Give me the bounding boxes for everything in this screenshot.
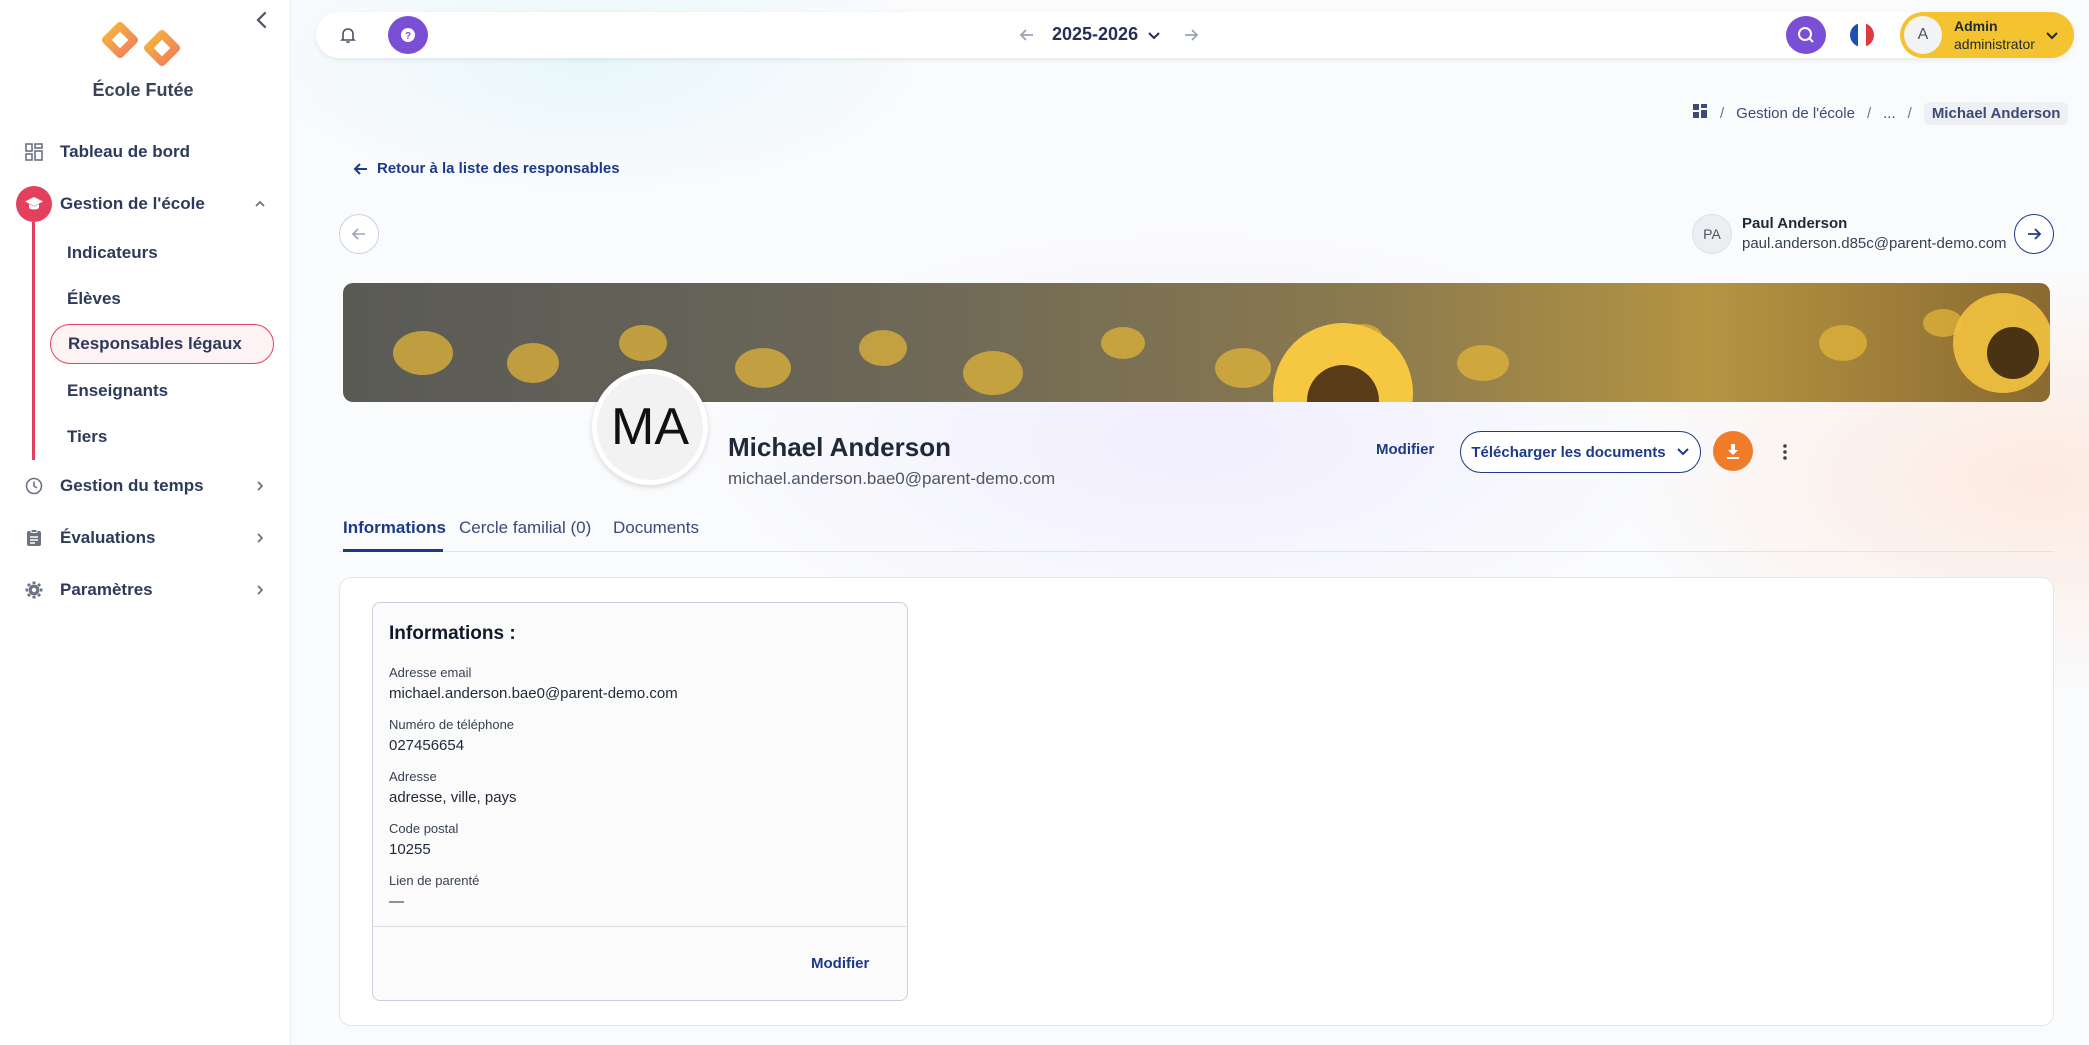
nav-item-school-management[interactable]: Gestion de l'école [16,184,276,224]
collapse-sidebar-button[interactable] [252,10,272,30]
chevron-left-icon [256,11,267,29]
svg-text:?: ? [405,31,411,42]
breadcrumb-section[interactable]: Gestion de l'école [1736,105,1855,122]
edit-information-button[interactable]: Modifier [811,955,869,972]
tab-informations[interactable]: Informations [343,518,446,552]
nav-item-label: Évaluations [60,528,156,547]
chevron-down-icon [1676,448,1689,456]
user-menu[interactable]: A Admin administrator [1900,12,2074,58]
edit-profile-button[interactable]: Modifier [1376,441,1434,458]
arrow-left-icon [353,162,367,175]
next-person-name: Paul Anderson [1742,215,1848,232]
submenu-indicator [32,222,35,460]
logo [100,18,184,72]
french-flag-icon[interactable] [1850,23,1874,47]
breadcrumb-current: Michael Anderson [1923,101,2069,125]
dashboard-icon [16,134,52,170]
download-icon [1727,444,1739,459]
download-documents-dropdown[interactable]: Télécharger les documents [1460,431,1701,473]
field-label-email: Adresse email [389,665,472,680]
search-icon [1798,27,1814,43]
breadcrumb-ellipsis[interactable]: ... [1883,105,1896,122]
user-role: administrator [1954,36,2035,52]
subnav-teachers[interactable]: Enseignants [50,371,168,411]
field-value-postal-code: 10255 [389,841,431,858]
arrow-right-icon [1185,29,1199,41]
avatar: A [1904,16,1942,54]
chevron-right-icon [252,582,268,598]
nav-item-label: Tableau de bord [60,142,191,161]
download-documents-label: Télécharger les documents [1471,443,1666,461]
nav-item-evaluations[interactable]: Évaluations [16,518,276,558]
information-card: Informations : Adresse email michael.and… [372,602,908,1001]
arrow-right-icon [2028,228,2042,240]
bell-icon[interactable] [338,25,358,45]
clipboard-icon [16,520,52,556]
subnav-third-parties[interactable]: Tiers [50,417,107,457]
nav-item-label: Gestion de l'école [60,194,205,213]
breadcrumb-separator: / [1907,104,1912,122]
arrow-left-icon [1019,29,1033,41]
chevron-right-icon [252,478,268,494]
previous-person-button[interactable] [339,214,379,254]
field-value-phone: 027456654 [389,737,465,754]
profile-banner [343,283,2050,402]
clock-icon [16,468,52,504]
nav-item-label: Paramètres [60,580,153,599]
field-value-relationship: — [389,893,404,910]
chevron-right-icon [252,530,268,546]
tab-family-circle[interactable]: Cercle familial (0) [459,518,591,552]
kebab-menu-icon [1783,444,1787,460]
profile-email: michael.anderson.bae0@parent-demo.com [728,469,1056,488]
next-person-email: paul.anderson.d85c@parent-demo.com [1742,235,2007,252]
help-button[interactable]: ? [388,16,428,54]
next-person-button[interactable] [2014,214,2054,254]
content-panel: Informations : Adresse email michael.and… [339,577,2054,1026]
breadcrumb-separator: / [1866,104,1872,122]
nav-item-dashboard[interactable]: Tableau de bord [16,132,276,172]
question-icon: ? [401,28,415,42]
previous-year-button[interactable] [1016,24,1038,46]
avatar: PA [1692,214,1732,254]
chevron-down-icon [2044,27,2060,43]
brand-name: École Futée [92,80,194,100]
profile-name: Michael Anderson [728,432,951,462]
back-to-list-link[interactable]: Retour à la liste des responsables [353,160,620,177]
breadcrumb-separator: / [1720,104,1725,122]
dashboard-icon[interactable] [1692,103,1708,123]
more-options-button[interactable] [1775,441,1795,463]
card-divider [373,926,906,927]
user-name: Admin [1954,18,1998,34]
field-value-email: michael.anderson.bae0@parent-demo.com [389,685,678,702]
breadcrumb: / Gestion de l'école / ... / Michael And… [1692,100,2069,126]
field-label-relationship: Lien de parenté [389,873,480,888]
subnav-students[interactable]: Élèves [50,279,121,319]
next-year-button[interactable] [1180,24,1202,46]
gear-icon [16,572,52,608]
chevron-up-icon [252,196,268,212]
back-link-label: Retour à la liste des responsables [377,160,620,177]
subnav-indicators[interactable]: Indicateurs [50,233,158,273]
field-value-address: adresse, ville, pays [389,789,517,806]
nav-item-time-management[interactable]: Gestion du temps [16,466,276,506]
sidebar: École Futée Tableau de bord Gestion de l… [0,0,291,1045]
top-bar: ? 2025-2026 A Admin administrator [316,12,2074,58]
profile-avatar: MA [592,369,708,485]
search-button[interactable] [1786,16,1826,54]
graduation-cap-icon [16,186,52,222]
school-year-selector[interactable]: 2025-2026 [1052,24,1138,45]
field-label-postal-code: Code postal [389,821,459,836]
nav-item-label: Gestion du temps [60,476,204,495]
card-title: Informations : [389,623,516,644]
subnav-legal-guardians[interactable]: Responsables légaux [50,324,274,364]
field-label-address: Adresse [389,769,437,784]
tab-bar: Informations Cercle familial (0) Documen… [339,510,2054,552]
field-label-phone: Numéro de téléphone [389,717,515,732]
nav-item-settings[interactable]: Paramètres [16,570,276,610]
tab-documents[interactable]: Documents [613,518,699,552]
arrow-left-icon [351,228,365,240]
next-person-preview[interactable]: PA Paul Anderson paul.anderson.d85c@pare… [1692,214,2007,254]
download-button[interactable] [1713,431,1753,471]
chevron-down-icon[interactable] [1146,27,1162,43]
